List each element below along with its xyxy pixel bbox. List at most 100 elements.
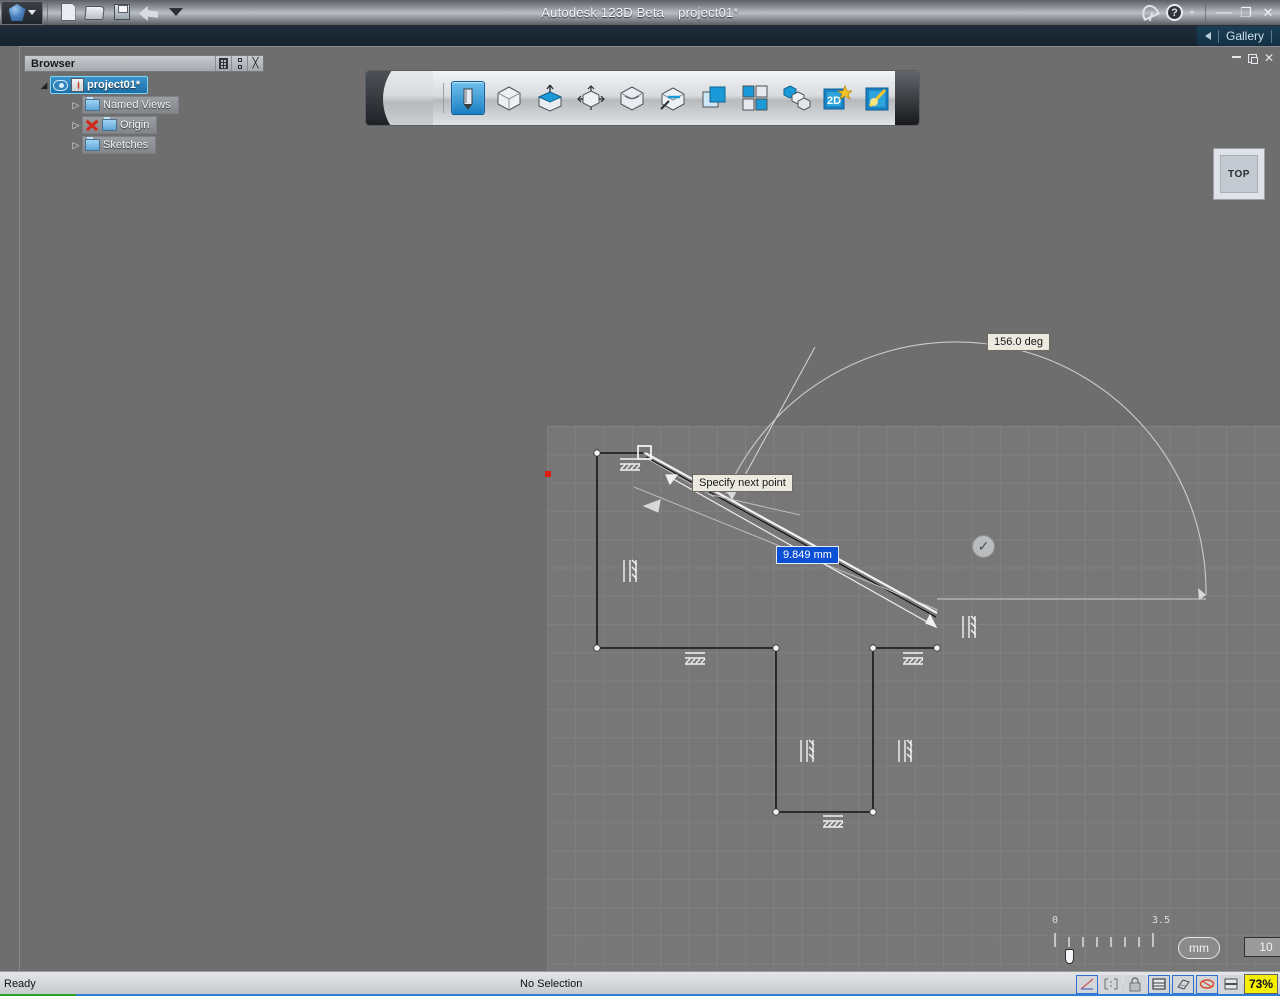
left-arrow-icon[interactable] [1205, 32, 1211, 40]
doc-restore-button[interactable] [1248, 54, 1257, 63]
grid-view-icon[interactable] [215, 56, 231, 71]
status-toggle-shading[interactable] [1172, 975, 1194, 994]
ruler-unit-pill[interactable]: mm [1178, 937, 1220, 959]
toolbar-buttons: 2D [451, 81, 895, 115]
save-button[interactable] [112, 3, 132, 22]
status-toggle-snap-angle[interactable] [1076, 975, 1098, 994]
tree-label-sketches: Sketches [103, 139, 148, 151]
titlebar-right-controls: ? — ❐ ✕ [1140, 3, 1276, 23]
view-cube-face-top[interactable]: TOP [1220, 155, 1258, 193]
toolbar-button-modify[interactable] [574, 81, 608, 115]
toolbar-overflow-area[interactable] [895, 71, 919, 125]
twisty-collapsed-icon[interactable]: ▷ [70, 140, 82, 151]
twisty-expanded-icon[interactable]: ◢ [38, 80, 50, 91]
dimension-input[interactable]: 9.849 mm [776, 546, 839, 564]
doc-close-button[interactable]: ✕ [1264, 51, 1274, 65]
title-bar: Autodesk 123D Betaproject01* ? — ❐ ✕ [0, 0, 1280, 26]
zoom-level-badge[interactable]: 73% [1244, 974, 1278, 994]
tree-chip-named-views[interactable]: Named Views [82, 96, 179, 114]
window-title: Autodesk 123D Betaproject01* [0, 5, 1280, 20]
document-pin-icon [71, 78, 84, 92]
folder-icon [85, 99, 100, 111]
help-question-icon[interactable]: ? [1166, 4, 1183, 21]
tree-chip-sketches[interactable]: Sketches [82, 136, 156, 154]
sculpt-cube-icon [618, 84, 646, 112]
doc-minimize-button[interactable] [1232, 56, 1241, 58]
grid-snap-icon [1103, 977, 1119, 991]
gallery-tab[interactable]: Gallery [1197, 26, 1280, 46]
open-folder-icon [84, 6, 104, 20]
filter-icon[interactable] [231, 56, 247, 71]
selection-status: No Selection [520, 978, 582, 990]
view-cube[interactable]: TOP [1213, 148, 1265, 200]
status-toggle-display-mode[interactable] [1148, 975, 1170, 994]
tree-node-named-views[interactable]: ▷ Named Views [24, 95, 264, 115]
display-mode-icon [1151, 977, 1167, 991]
angle-snap-icon [1079, 977, 1095, 991]
visibility-eye-icon[interactable] [53, 80, 68, 91]
divider [1218, 30, 1219, 43]
ruler-max-value[interactable]: 10 [1244, 937, 1280, 957]
open-button[interactable] [85, 3, 105, 22]
save-disk-icon [114, 4, 130, 20]
folder-icon [102, 119, 117, 131]
undo-button[interactable] [139, 3, 159, 22]
twisty-collapsed-icon[interactable]: ▷ [70, 100, 82, 111]
constraint-symbols [20, 47, 1280, 972]
toolbar-divider [1205, 3, 1206, 23]
pencil-icon [457, 85, 479, 111]
toolbar-button-assemble[interactable] [779, 81, 813, 115]
gallery-label: Gallery [1226, 29, 1264, 43]
browser-tree: ◢ project01* ▷ Named Views ▷ [24, 75, 264, 155]
app-title-text: Autodesk 123D Beta [541, 5, 664, 20]
shading-icon [1175, 977, 1191, 991]
twisty-collapsed-icon[interactable]: ▷ [70, 120, 82, 131]
app-logo-icon [9, 4, 26, 21]
cube-icon [495, 84, 523, 112]
cube-stack-icon [781, 84, 811, 112]
window-minimize-button[interactable]: — [1216, 4, 1232, 21]
chevron-down-icon[interactable] [1189, 11, 1195, 15]
tree-chip-project[interactable]: project01* [50, 76, 148, 94]
status-toggle-snap-grid[interactable] [1100, 975, 1122, 994]
toolbar-button-combine[interactable] [697, 81, 731, 115]
divider [1271, 30, 1272, 43]
tree-node-project[interactable]: ◢ project01* [24, 75, 264, 95]
toolbar-button-grid-snap[interactable] [738, 81, 772, 115]
window-close-button[interactable]: ✕ [1260, 5, 1276, 21]
toolbar-button-construct[interactable] [533, 81, 567, 115]
quick-access-toolbar [58, 3, 186, 22]
toolbar-button-pattern[interactable] [615, 81, 649, 115]
customize-qat-button[interactable] [166, 3, 186, 22]
angle-label[interactable]: 156.0 deg [987, 333, 1050, 351]
viewport-canvas[interactable]: Specify next point 9.849 mm 156.0 deg ✓ [20, 47, 1280, 972]
application-menu-button[interactable] [1, 1, 43, 25]
close-panel-icon[interactable]: ╳ [247, 56, 263, 71]
document-window-controls: ✕ [1232, 51, 1274, 65]
tree-label-origin: Origin [120, 119, 149, 131]
checkmark-circle-icon[interactable]: ✓ [972, 535, 995, 558]
satellite-dish-icon[interactable] [1140, 4, 1160, 22]
toolbar-divider [443, 83, 444, 113]
new-document-button[interactable] [58, 3, 78, 22]
extrude-cube-icon [536, 84, 564, 112]
toolbar-button-make-2d[interactable]: 2D [820, 81, 854, 115]
status-toggle-orbit-mode[interactable] [1196, 975, 1218, 994]
tree-node-origin[interactable]: ▷ Origin [24, 115, 264, 135]
toolbar-logo-area [366, 71, 433, 125]
ruler-slider-handle[interactable] [1065, 949, 1074, 964]
tree-chip-origin[interactable]: Origin [82, 116, 157, 134]
chevron-down-icon [169, 8, 183, 16]
toolbar-button-sketch[interactable] [451, 81, 485, 115]
window-restore-button[interactable]: ❐ [1238, 5, 1254, 21]
svg-text:2D: 2D [827, 95, 841, 107]
transform-cube-icon [576, 84, 606, 112]
tree-node-sketches[interactable]: ▷ Sketches [24, 135, 264, 155]
status-toggle-lock[interactable] [1124, 975, 1146, 994]
toolbar-button-sketch-edit[interactable] [656, 81, 690, 115]
application-window: Autodesk 123D Betaproject01* ? — ❐ ✕ Gal… [0, 0, 1280, 996]
ruler-tick-label-mid: 3.5 [1152, 915, 1170, 926]
toolbar-button-smart-tools[interactable] [861, 81, 895, 115]
toolbar-button-primitives[interactable] [492, 81, 526, 115]
status-toggle-layout[interactable] [1220, 975, 1242, 994]
